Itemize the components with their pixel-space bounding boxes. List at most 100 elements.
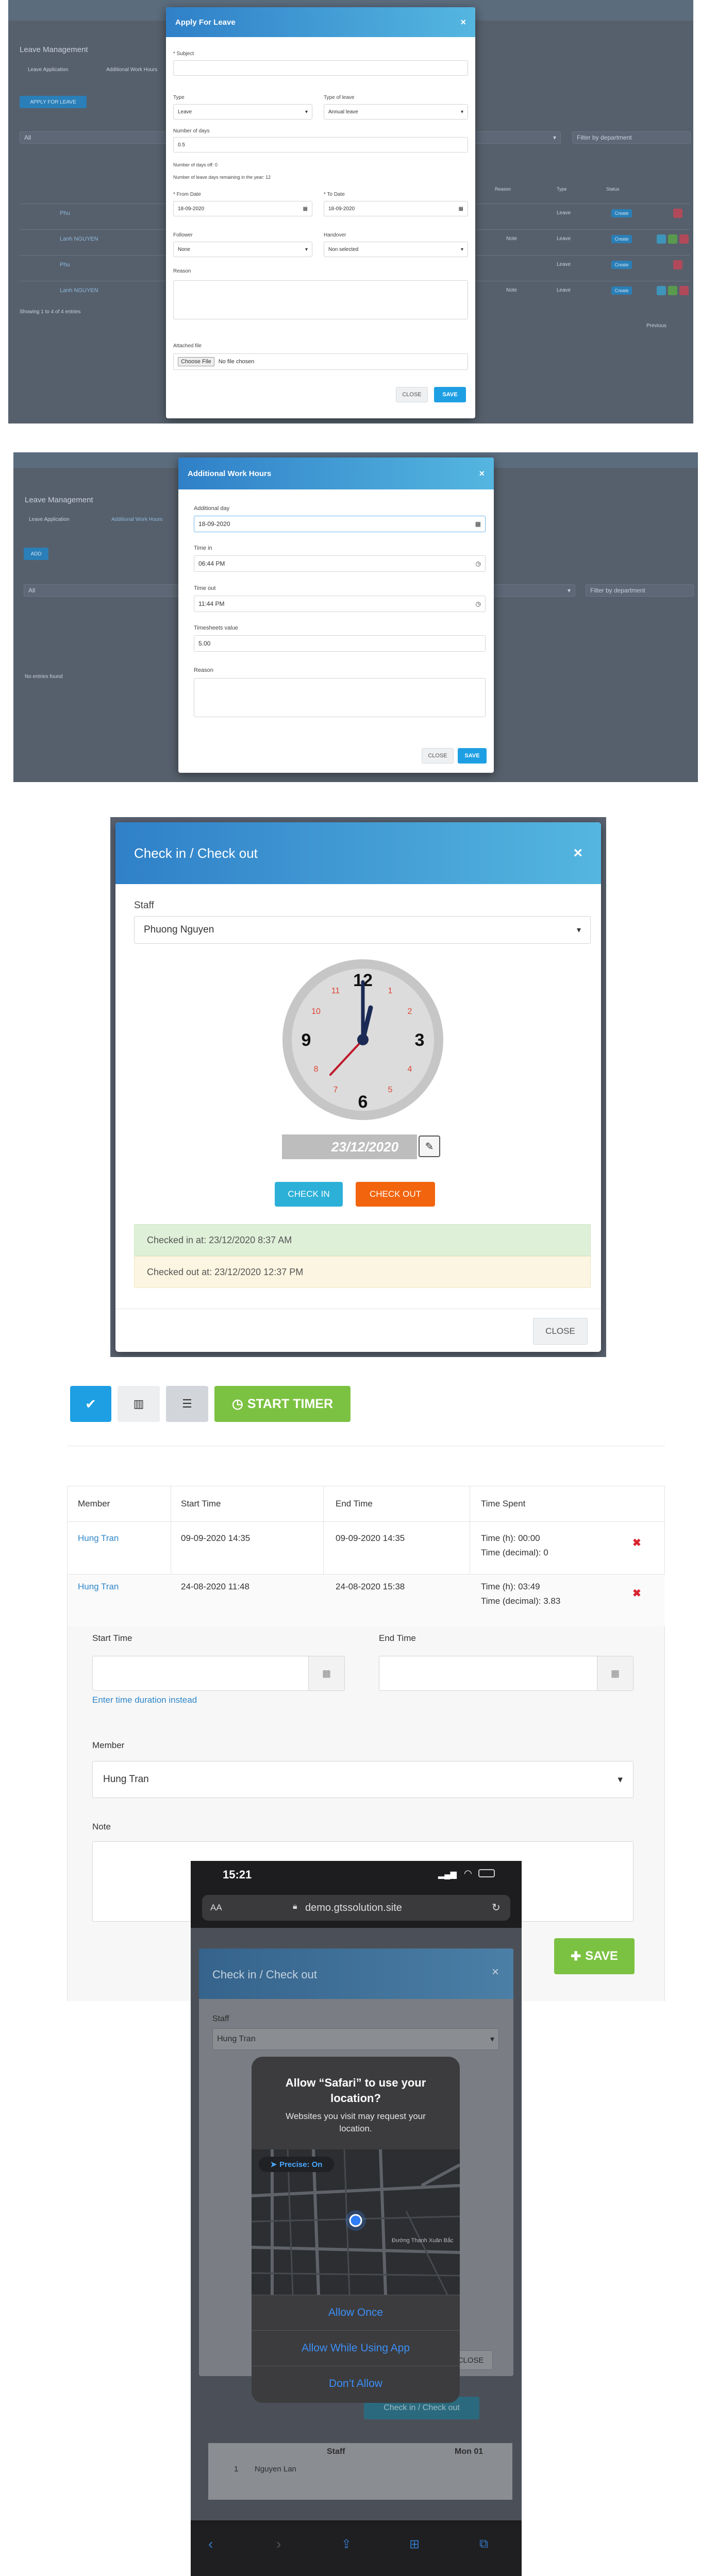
save-button[interactable]: SAVE [458, 748, 487, 764]
address-bar[interactable]: AA 🔒︎ demo.gtssolution.site ↻ [202, 1895, 510, 1921]
calendar-icon[interactable]: ▦ [475, 520, 481, 528]
tab-additional-work-hours[interactable]: Additional Work Hours [111, 517, 162, 522]
work-hours-screenshot: Leave Management Leave Application Addit… [13, 452, 698, 782]
pager-previous[interactable]: Previous [646, 323, 666, 329]
staff-select[interactable]: Phuong Nguyen ▾ [134, 916, 591, 944]
close-icon[interactable]: × [479, 468, 485, 479]
close-icon[interactable]: × [492, 1965, 499, 1979]
to-date-input[interactable]: 18-09-2020 ▦ [324, 201, 468, 216]
member-select[interactable]: Hung Tran ▾ [92, 1761, 633, 1798]
filter-department-select[interactable]: Filter by department [586, 584, 694, 597]
reason-textarea[interactable] [194, 678, 486, 717]
row-name[interactable]: Phu [60, 210, 70, 216]
add-button[interactable]: ADD [24, 548, 48, 560]
type-select[interactable]: Leave ▾ [173, 104, 312, 120]
handover-select[interactable]: Non selected ▾ [324, 242, 468, 257]
member-link[interactable]: Hung Tran [78, 1582, 119, 1592]
delete-icon[interactable] [673, 260, 682, 269]
approve-icon[interactable] [668, 234, 677, 244]
member-link[interactable]: Hung Tran [78, 1533, 119, 1544]
close-icon[interactable]: × [460, 17, 466, 28]
remaining-text: Number of leave days remaining in the ye… [173, 175, 271, 180]
tab-leave-application[interactable]: Leave Application [28, 67, 68, 73]
dont-allow-button[interactable]: Don’t Allow [252, 2366, 460, 2401]
reload-icon[interactable]: ↻ [492, 1901, 501, 1914]
col-member: Member [78, 1499, 110, 1509]
delete-icon[interactable]: ✖ [632, 1536, 641, 1549]
check-view-button[interactable]: ✔ [70, 1386, 111, 1422]
edit-date-button[interactable]: ✎ [419, 1136, 440, 1157]
type-of-leave-label: Type of leave [324, 95, 355, 100]
calendar-icon[interactable]: ▦ [303, 206, 308, 212]
calendar-icon[interactable]: ▦ [459, 206, 463, 212]
check-in-button[interactable]: CHECK IN [275, 1182, 343, 1207]
delete-icon[interactable] [673, 209, 682, 218]
file-input[interactable]: Choose File No file chosen [173, 353, 468, 370]
chevron-down-icon: ▾ [305, 246, 308, 252]
clock-icon[interactable]: ◷ [476, 600, 481, 607]
choose-file-button[interactable]: Choose File [178, 357, 214, 366]
view-icon[interactable] [657, 286, 666, 295]
calendar-icon[interactable]: ▦ [597, 1656, 633, 1690]
calendar-icon[interactable]: ▦ [308, 1656, 344, 1690]
tab-additional-work-hours[interactable]: Additional Work Hours [106, 67, 157, 73]
row-name[interactable]: Lanh NGUYEN [60, 287, 98, 294]
end-time-input[interactable]: ▦ [379, 1656, 633, 1691]
days-input[interactable]: 0.5 [173, 137, 468, 152]
forward-icon[interactable]: › [276, 2536, 281, 2552]
bookmarks-icon[interactable]: ⊞ [409, 2537, 420, 2552]
type-of-leave-select[interactable]: Annual leave ▾ [324, 104, 468, 120]
reason-textarea[interactable] [173, 280, 468, 319]
list-view-button[interactable]: ☰ [166, 1386, 208, 1422]
chart-view-button[interactable]: ▥ [118, 1386, 160, 1422]
staff-select[interactable]: Hung Tran ▾ [212, 2028, 499, 2050]
enter-duration-link[interactable]: Enter time duration instead [92, 1695, 197, 1705]
reason-label: Reason [194, 667, 213, 673]
close-button[interactable]: CLOSE [422, 748, 454, 764]
clock-number-3: 3 [415, 1030, 425, 1050]
save-button[interactable]: ✚ SAVE [554, 1938, 635, 1974]
time-in-input[interactable]: 06:44 PM ◷ [194, 555, 486, 572]
alert-title: Allow “Safari” to use your location? [285, 2076, 426, 2105]
allow-once-button[interactable]: Allow Once [252, 2295, 460, 2330]
timesheets-input[interactable]: 5.00 [194, 635, 486, 652]
wifi-icon: ◠ [464, 1868, 472, 1878]
back-icon[interactable]: ‹ [208, 2536, 213, 2552]
additional-day-input[interactable]: 18-09-2020 ▦ [194, 516, 486, 532]
tab-leave-application[interactable]: Leave Application [29, 517, 69, 522]
time-in-label: Time in [194, 545, 212, 551]
row-name[interactable]: Phu [60, 262, 70, 268]
save-button[interactable]: SAVE [434, 387, 466, 402]
from-date-input[interactable]: 18-09-2020 ▦ [173, 201, 312, 216]
col-start-time: Start Time [181, 1499, 221, 1509]
row-name[interactable]: Lanh NGUYEN [60, 236, 98, 242]
delete-icon[interactable] [679, 286, 689, 295]
time-out-input[interactable]: 11:44 PM ◷ [194, 596, 486, 612]
showing-entries: Showing 1 to 4 of 4 entries [20, 309, 81, 315]
delete-icon[interactable]: ✖ [632, 1587, 641, 1600]
col-reason: Reason [495, 187, 511, 192]
delete-icon[interactable] [679, 234, 689, 244]
share-icon[interactable]: ⇪ [341, 2537, 352, 2552]
start-time-input[interactable]: ▦ [92, 1656, 345, 1691]
col-time-spent: Time Spent [481, 1499, 526, 1509]
check-out-button[interactable]: CHECK OUT [356, 1182, 435, 1207]
clock-icon[interactable]: ◷ [476, 560, 481, 567]
text-size-button[interactable]: AA [210, 1903, 222, 1913]
follower-select[interactable]: None ▾ [173, 242, 312, 257]
phone-screenshot: 15:21 ▂▄▆ ◠ AA 🔒︎ demo.gtssolution.site … [191, 1861, 522, 2576]
approve-icon[interactable] [668, 286, 677, 295]
allow-while-using-button[interactable]: Allow While Using App [252, 2331, 460, 2366]
close-button[interactable]: CLOSE [533, 1318, 588, 1345]
view-icon[interactable] [657, 234, 666, 244]
close-button[interactable]: CLOSE [396, 387, 428, 402]
date-display: 23/12/2020 [282, 1134, 417, 1159]
subject-input[interactable] [173, 60, 468, 76]
filter-department-select[interactable]: Filter by department [572, 131, 691, 144]
precise-toggle[interactable]: ➤ Precise: On [259, 2157, 334, 2172]
tabs-icon[interactable]: ⧉ [479, 2537, 488, 2551]
close-icon[interactable]: × [573, 844, 582, 862]
plus-icon: ✚ [571, 1949, 581, 1963]
apply-for-leave-button[interactable]: APPLY FOR LEAVE [20, 96, 87, 108]
start-timer-button[interactable]: ◷ START TIMER [214, 1386, 351, 1422]
